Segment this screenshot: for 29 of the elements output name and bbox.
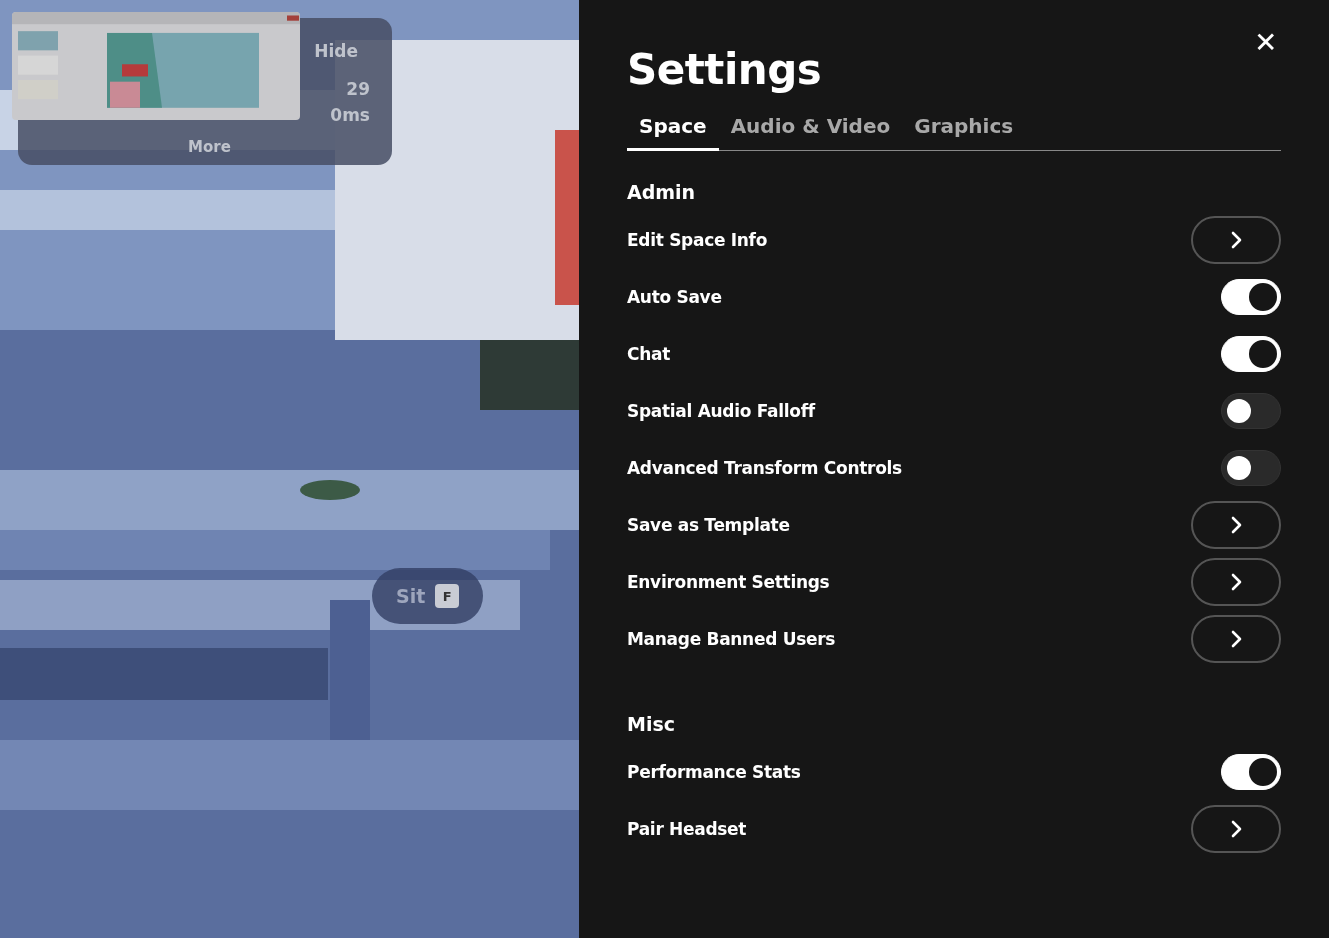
section-heading: Misc [627, 713, 676, 735]
setting-label: Chat [627, 343, 670, 364]
setting-label: Advanced Transform Controls [627, 457, 902, 478]
setting-label: Pair Headset [627, 818, 747, 839]
arrow-button[interactable] [1191, 215, 1281, 264]
chevron-right-icon [1229, 819, 1243, 838]
tab[interactable]: Audio & Video [718, 108, 903, 151]
setting-label: Spatial Audio Falloff [627, 400, 815, 421]
tab[interactable]: Graphics [902, 108, 1026, 151]
toggle-switch[interactable] [1221, 449, 1281, 486]
chevron-right-icon [1229, 230, 1243, 249]
setting-label: Environment Settings [627, 571, 830, 592]
setting-label: Manage Banned Users [627, 628, 836, 649]
arrow-button[interactable] [1191, 614, 1281, 663]
toggle-switch[interactable] [1221, 392, 1281, 429]
chevron-right-icon [1229, 629, 1243, 648]
setting-label: Auto Save [627, 286, 722, 307]
arrow-button[interactable] [1191, 804, 1281, 853]
chevron-right-icon [1229, 572, 1243, 591]
settings-title: Settings [627, 45, 823, 94]
setting-label: Performance Stats [627, 761, 801, 782]
arrow-button[interactable] [1191, 557, 1281, 606]
tab[interactable]: Space [627, 108, 719, 151]
close-button[interactable]: ✕ [1254, 26, 1277, 59]
chevron-right-icon [1229, 515, 1243, 534]
arrow-button[interactable] [1191, 500, 1281, 549]
section-heading: Admin [627, 181, 697, 203]
setting-label: Save as Template [627, 514, 790, 535]
setting-label: Edit Space Info [627, 229, 768, 250]
